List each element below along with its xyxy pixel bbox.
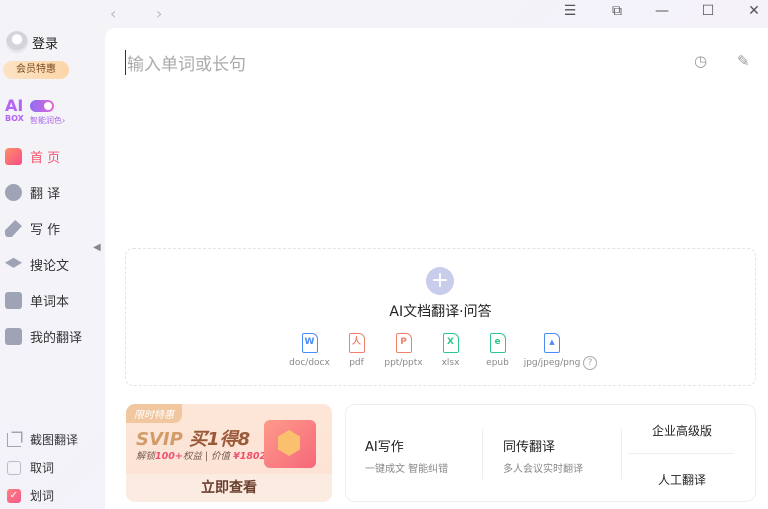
edit-icon[interactable]: ✎ xyxy=(737,52,750,70)
ppt-file-icon: P xyxy=(395,333,412,353)
select-translate-label: 划词 xyxy=(30,489,55,503)
pdf-file-icon: 人 xyxy=(348,333,365,353)
close-button[interactable]: ✕ xyxy=(744,3,764,19)
forward-button[interactable]: › xyxy=(156,4,162,23)
document-drop-zone[interactable]: + AI文档翻译·问答 Wdoc/docx 人 pdf Pppt/pptx Xxl… xyxy=(125,248,756,386)
ai-writing-feature[interactable]: AI写作一键成文 智能纠错 xyxy=(365,436,448,475)
promo-sub-text: 解锁 xyxy=(136,451,156,462)
login-label: 登录 xyxy=(32,36,59,52)
simultaneous-translation-feature[interactable]: 同传翻译多人会议实时翻译 xyxy=(503,436,583,475)
aibox-logo-ai: AI xyxy=(5,96,24,115)
promo-title-offer: 买1得8 xyxy=(189,429,251,450)
filetype-image: ▲ jpg/jpeg/png xyxy=(521,333,583,368)
sidebar-item-papers[interactable]: 搜论文 xyxy=(5,255,69,274)
checkbox-unchecked-icon xyxy=(7,460,21,475)
login-button[interactable]: 登录 xyxy=(6,31,58,53)
human-translation-link[interactable]: 人工翻译 xyxy=(622,471,742,488)
sidebar-item-label: 首 页 xyxy=(30,151,61,166)
screenshot-translate-button[interactable]: 截图翻译 xyxy=(7,431,78,448)
promo-subtitle: 解锁100+权益 | 价值 ¥1802 xyxy=(136,448,266,462)
sidebar-item-write[interactable]: 写 作 xyxy=(5,219,60,238)
promo-sub-count: 100+ xyxy=(155,451,183,462)
promo-title-svip: SVIP xyxy=(136,429,190,450)
aibox-logo-box: BOX xyxy=(5,114,24,123)
filetype-label: ppt/pptx xyxy=(384,358,423,368)
filetype-ppt: Pppt/pptx xyxy=(380,333,427,368)
epub-file-icon: e xyxy=(489,333,506,353)
crop-icon xyxy=(7,432,21,447)
avatar xyxy=(6,31,28,53)
aibox[interactable]: AI BOX 智能润色› xyxy=(5,96,65,126)
minimize-button[interactable]: — xyxy=(652,3,672,19)
title-bar: ‹ › ☰ ⧉ — ☐ ✕ xyxy=(0,0,768,26)
enterprise-link[interactable]: 企业高级版 xyxy=(622,422,742,439)
main-panel: 输入单词或长句 ◷ ✎ + AI文档翻译·问答 Wdoc/docx 人 pdf P… xyxy=(105,28,768,509)
divider xyxy=(628,453,734,454)
history-icon[interactable]: ◷ xyxy=(694,52,707,70)
ai-polish-toggle[interactable] xyxy=(30,100,54,112)
sidebar-item-label: 搜论文 xyxy=(30,259,70,274)
home-icon xyxy=(5,148,22,165)
sidebar-item-label: 单词本 xyxy=(30,295,70,310)
add-document-button[interactable]: + xyxy=(426,267,454,295)
graduation-cap-icon xyxy=(5,257,22,268)
feature-subtitle: 多人会议实时翻译 xyxy=(503,464,583,475)
help-icon[interactable]: ? xyxy=(583,356,597,370)
feature-subtitle: 一键成文 智能纠错 xyxy=(365,464,449,475)
ai-polish-label: 智能润色› xyxy=(30,116,66,125)
vip-badge[interactable]: 会员特惠 xyxy=(3,61,69,79)
filetype-epub: e epub xyxy=(474,333,521,368)
search-input[interactable]: 输入单词或长句 xyxy=(125,50,246,75)
filetype-label: jpg/jpeg/png xyxy=(523,358,581,368)
filetype-label: pdf xyxy=(349,358,364,368)
filetype-pdf: 人 pdf xyxy=(333,333,380,368)
feature-title: AI写作 xyxy=(365,440,404,455)
word-file-icon: W xyxy=(301,333,318,353)
gift-box-icon xyxy=(264,420,316,468)
filetype-label: doc/docx xyxy=(289,358,330,368)
bookmark-book-icon xyxy=(5,292,22,309)
sidebar-item-my-translations[interactable]: 我的翻译 xyxy=(5,327,82,346)
collapse-sidebar-button[interactable]: ◀ xyxy=(93,236,105,260)
word-pick-checkbox[interactable]: 取词 xyxy=(7,459,54,476)
translate-icon xyxy=(5,184,22,201)
menu-button[interactable]: ☰ xyxy=(560,3,580,19)
excel-file-icon: X xyxy=(442,333,459,353)
divider xyxy=(482,429,483,479)
promo-sub-price: ¥1802 xyxy=(233,451,267,462)
feature-title: 同传翻译 xyxy=(503,440,556,455)
svip-promo-card[interactable]: 限时特惠 SVIP 买1得8 解锁100+权益 | 价值 ¥1802 立即查看 xyxy=(126,404,332,502)
image-file-icon: ▲ xyxy=(544,333,560,353)
screenshot-translate-label: 截图翻译 xyxy=(30,433,79,447)
features-panel: AI写作一键成文 智能纠错 同传翻译多人会议实时翻译 企业高级版 人工翻译 xyxy=(345,404,756,502)
filetype-xlsx: Xxlsx xyxy=(427,333,474,368)
drop-zone-title: AI文档翻译·问答 xyxy=(389,304,492,320)
filetype-label: xlsx xyxy=(441,358,460,368)
pin-button[interactable]: ⧉ xyxy=(607,3,627,19)
sidebar-item-label: 我的翻译 xyxy=(30,331,83,346)
filetype-label: epub xyxy=(486,358,509,368)
word-pick-label: 取词 xyxy=(30,461,55,475)
sidebar-item-translate[interactable]: 翻 译 xyxy=(5,183,60,202)
sidebar-item-label: 写 作 xyxy=(30,223,61,238)
file-types: Wdoc/docx 人 pdf Pppt/pptx Xxlsx e epub ▲ jp… xyxy=(286,333,583,368)
filetype-doc: Wdoc/docx xyxy=(286,333,333,368)
maximize-button[interactable]: ☐ xyxy=(698,3,718,19)
my-translation-icon xyxy=(5,328,22,345)
back-button[interactable]: ‹ xyxy=(110,4,116,23)
sidebar: 登录 会员特惠 AI BOX 智能润色› 首 页 翻 译 写 作 搜论文 单词本… xyxy=(0,26,105,509)
sidebar-item-wordbook[interactable]: 单词本 xyxy=(5,291,69,310)
promo-tag: 限时特惠 xyxy=(126,404,182,423)
promo-sub-text: 权益 | 价值 xyxy=(182,451,231,462)
checkbox-checked-icon: ✓ xyxy=(7,488,21,503)
sidebar-item-home[interactable]: 首 页 xyxy=(5,147,60,166)
sidebar-item-label: 翻 译 xyxy=(30,187,61,202)
view-now-button[interactable]: 立即查看 xyxy=(126,474,332,502)
pen-icon xyxy=(5,220,22,237)
select-translate-checkbox[interactable]: ✓ 划词 xyxy=(7,487,54,504)
